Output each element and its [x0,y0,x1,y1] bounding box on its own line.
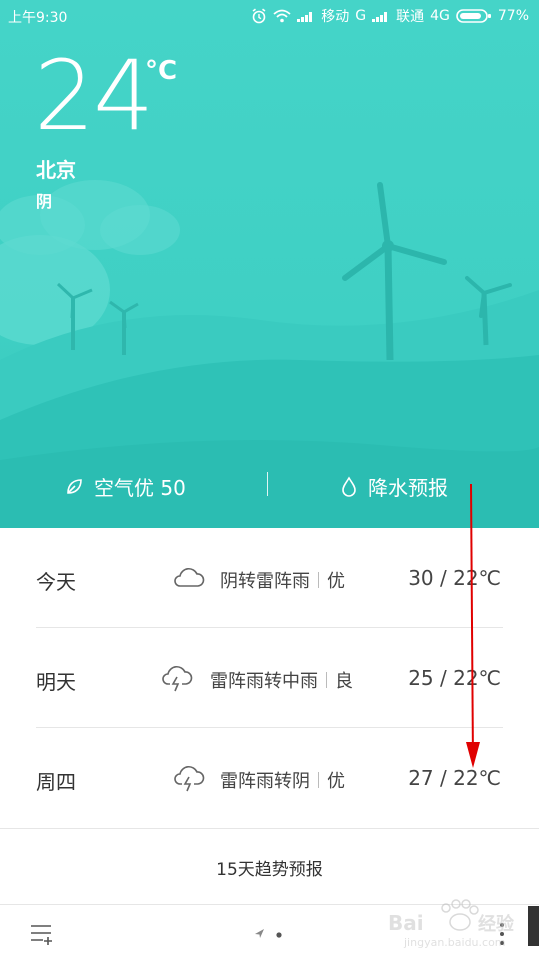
screen-edge [528,906,539,946]
forecast-temp-range: 27 / 22℃ [408,766,501,790]
forecast-row[interactable]: 今天 阴转雷阵雨 优 30 / 22℃ [0,528,539,628]
forecast-day: 今天 [36,570,76,594]
city-name[interactable]: 北京 [36,154,76,183]
network-type-2: 4G [430,8,450,24]
divider [318,772,319,788]
trend-forecast-label: 15天趋势预报 [216,860,323,880]
current-condition: 阴 [36,192,53,211]
current-temperature: 24 [34,40,154,152]
air-quality-label: 空气优 50 [94,476,186,500]
cloud-icon [174,568,205,587]
carrier-1: 移动 [321,9,350,25]
status-bar: 上午9:30 移动 G 联通 4G 77% [0,0,539,32]
location-page-indicator [255,929,282,938]
forecast-temp-range: 30 / 22℃ [408,566,501,590]
battery-percent: 77% [497,8,529,24]
forecast-air: 优 [327,571,345,592]
svg-text:经验: 经验 [478,913,515,935]
forecast-weather: 雷阵雨转阴 [220,771,310,792]
leaf-icon [67,478,82,494]
carrier-2: 联通 [396,9,425,25]
signal-icon [297,12,313,22]
alarm-icon [252,8,266,24]
forecast-weather: 阴转雷阵雨 [220,571,310,592]
thunderstorm-icon [174,766,205,792]
forecast-temp-range: 25 / 22℃ [408,666,501,690]
wifi-icon [273,9,291,23]
network-type-1: G [355,8,367,24]
forecast-description: 雷阵雨转中雨 良 [210,667,353,693]
forecast-weather: 雷阵雨转中雨 [210,671,318,692]
info-row: 空气优 50 降水预报 [0,466,539,506]
city-list-icon[interactable] [30,923,54,945]
forecast-row[interactable]: 周四 雷阵雨转阴 优 27 / 22℃ [0,728,539,828]
trend-forecast-button[interactable]: 15天趋势预报 [0,828,539,905]
status-time: 上午9:30 [8,10,68,26]
temperature-unit: °C [145,56,178,86]
forecast-description: 雷阵雨转阴 优 [220,767,345,793]
svg-text:jingyan.baidu.com: jingyan.baidu.com [403,936,506,949]
forecast-description: 阴转雷阵雨 优 [220,567,345,593]
baidu-jingyan-watermark: Bai 经验 jingyan.baidu.com [388,899,515,949]
forecast-day: 明天 [36,670,76,694]
forecast-air: 优 [327,771,345,792]
forecast-list: 今天 阴转雷阵雨 优 30 / 22℃ 明天 雷阵雨转中雨 良 25 / 22℃… [0,528,539,828]
divider [326,672,327,688]
air-quality-button[interactable]: 空气优 50 [64,472,186,501]
battery-icon [456,9,491,23]
thunderstorm-icon [162,666,193,692]
rain-forecast-label: 降水预报 [368,476,448,500]
forecast-day: 周四 [36,770,76,794]
water-drop-icon [342,475,356,497]
rain-forecast-button[interactable]: 降水预报 [340,472,448,501]
weather-hero: 上午9:30 移动 G 联通 4G 77% 24 °C 北京 阴 空气优 50 … [0,0,539,528]
forecast-air: 良 [335,671,353,692]
signal-icon [372,12,388,22]
divider [318,572,319,588]
svg-text:Bai: Bai [388,911,424,935]
divider [267,472,268,496]
forecast-row[interactable]: 明天 雷阵雨转中雨 良 25 / 22℃ [0,628,539,728]
